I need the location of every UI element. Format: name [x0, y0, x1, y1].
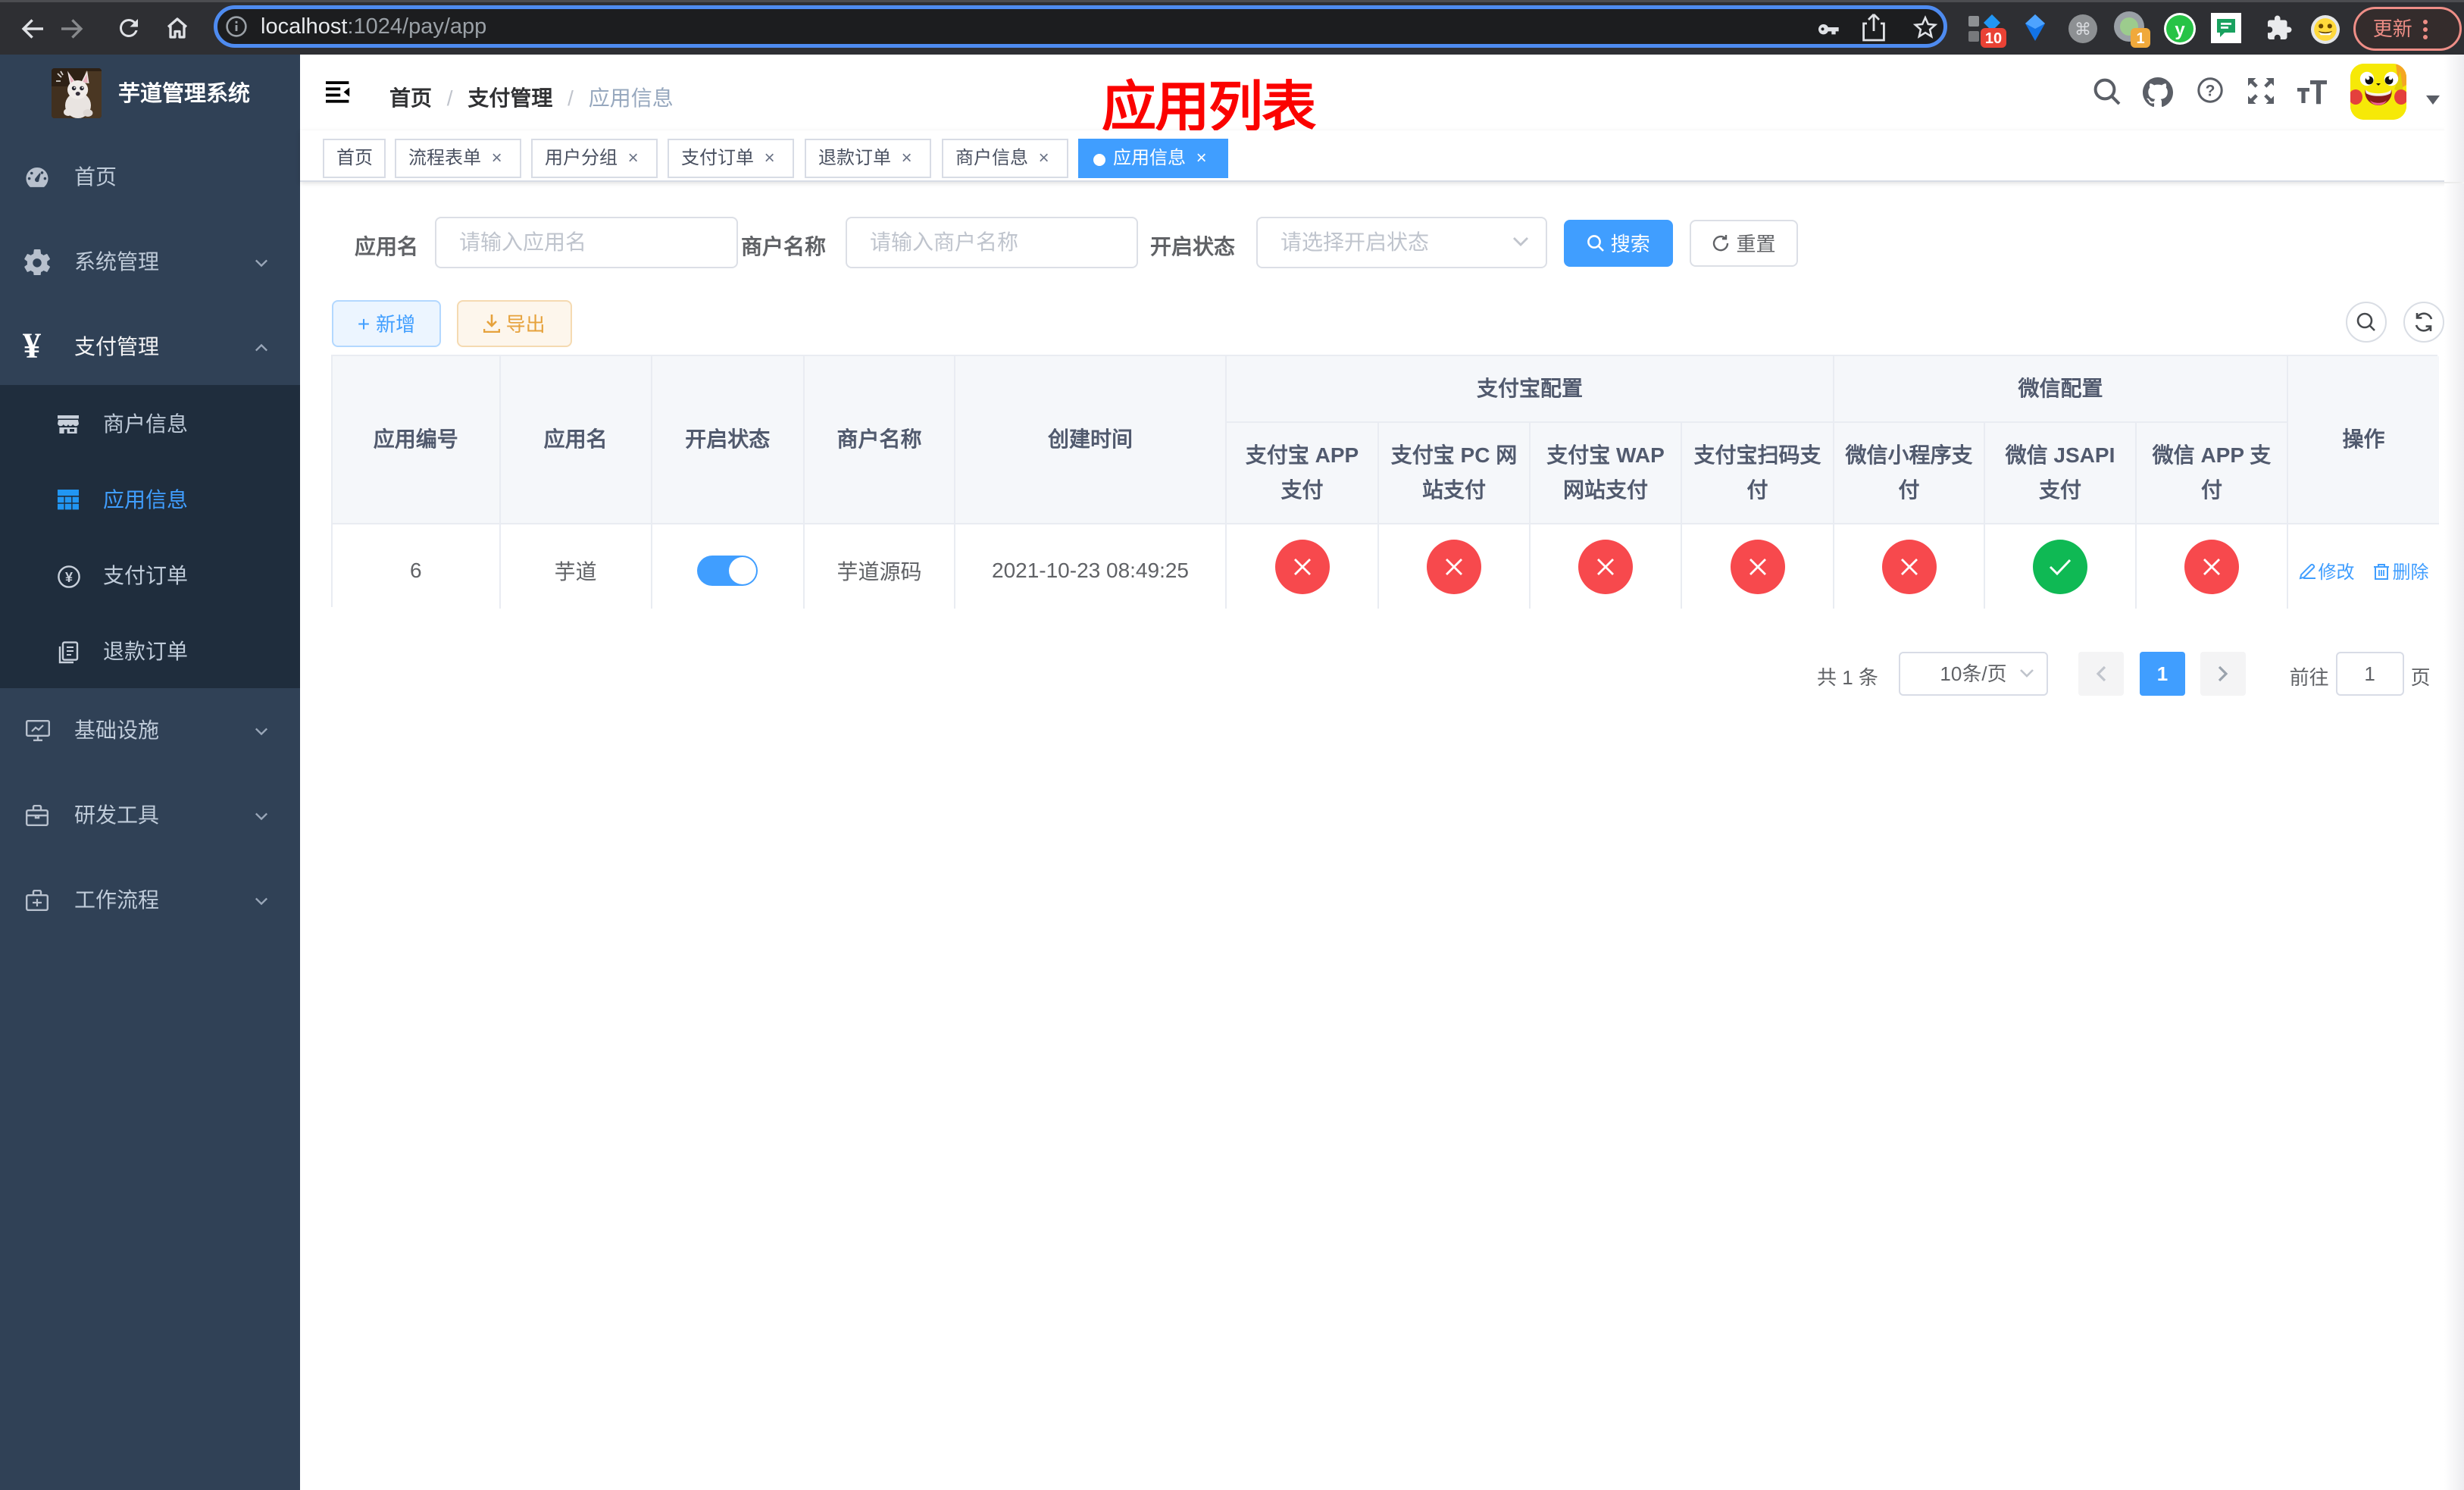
svg-text:1: 1 — [2136, 30, 2144, 47]
svg-text:?: ? — [2206, 82, 2215, 99]
svg-text:⌘: ⌘ — [2075, 20, 2091, 39]
svg-text:¥: ¥ — [65, 570, 73, 585]
svg-text:y: y — [2175, 20, 2185, 40]
svg-text:10: 10 — [1985, 30, 2002, 47]
